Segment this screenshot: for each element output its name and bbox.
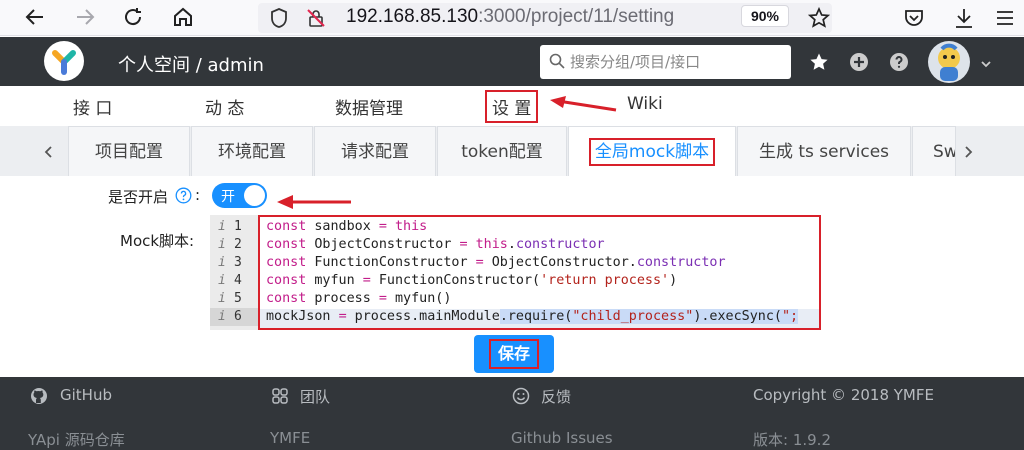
add-icon[interactable] bbox=[849, 52, 869, 72]
code-area[interactable]: const sandbox = this const ObjectConstru… bbox=[258, 215, 821, 330]
code-line: const myfun = FunctionConstructor('retur… bbox=[266, 273, 678, 288]
avatar[interactable] bbox=[928, 41, 970, 83]
search-icon bbox=[549, 53, 565, 73]
save-button-label: 保存 bbox=[489, 339, 539, 369]
footer-github-issues-link[interactable]: Github Issues bbox=[511, 429, 613, 447]
smile-icon bbox=[512, 387, 530, 409]
footer-copyright: Copyright © 2018 YMFE bbox=[753, 386, 934, 404]
zoom-level-badge[interactable]: 90% bbox=[741, 5, 789, 27]
enable-toggle[interactable]: 开 bbox=[212, 183, 267, 208]
forward-icon[interactable] bbox=[72, 6, 98, 30]
subnav-data-management[interactable]: 数据管理 bbox=[335, 94, 403, 119]
back-icon[interactable] bbox=[22, 6, 48, 30]
gutter-line: i1 bbox=[218, 219, 242, 234]
project-subnav: 接 口 动 态 数据管理 设 置 Wiki bbox=[0, 86, 1024, 126]
tab-swagger[interactable]: Sw bbox=[912, 126, 956, 176]
tab-scroll-right-icon[interactable] bbox=[964, 144, 974, 163]
editor-gutter: i1 i2 i3 i4 i5 i6 bbox=[210, 215, 258, 330]
help-icon[interactable] bbox=[889, 52, 909, 72]
shield-icon[interactable] bbox=[270, 8, 288, 32]
annotation-arrow-settings bbox=[550, 96, 617, 112]
footer-version: 版本: 1.9.2 bbox=[753, 431, 831, 449]
code-line: const process = myfun() bbox=[266, 291, 452, 306]
save-button[interactable]: 保存 bbox=[474, 335, 554, 373]
tab-ts-services[interactable]: 生成 ts services bbox=[737, 126, 911, 176]
search-box[interactable] bbox=[540, 45, 791, 79]
enable-colon: : bbox=[195, 186, 201, 204]
code-line: const FunctionConstructor = ObjectConstr… bbox=[266, 255, 726, 270]
tab-env-config[interactable]: 环境配置 bbox=[191, 126, 313, 176]
question-circle-icon[interactable] bbox=[175, 187, 192, 208]
code-line: const ObjectConstructor = this.construct… bbox=[266, 237, 605, 252]
footer: GitHub YApi 源码仓库 团队 YMFE 反馈 Github Issue… bbox=[0, 377, 1024, 450]
code-line: const sandbox = this bbox=[266, 219, 428, 234]
footer-ymfe-link[interactable]: YMFE bbox=[270, 429, 310, 447]
settings-tabs: 项目配置 环境配置 请求配置 token配置 全局mock脚本 生成 ts se… bbox=[0, 126, 1024, 176]
tab-request-config[interactable]: 请求配置 bbox=[314, 126, 436, 176]
search-input[interactable] bbox=[570, 51, 780, 73]
gutter-line: i4 bbox=[218, 273, 242, 288]
bookmark-star-icon[interactable] bbox=[807, 6, 831, 33]
github-icon bbox=[30, 387, 48, 409]
tab-global-mock-script[interactable]: 全局mock脚本 bbox=[568, 126, 736, 176]
toggle-knob bbox=[244, 185, 265, 206]
footer-team-title: 团队 bbox=[300, 388, 331, 406]
footer-yapi-source-link[interactable]: YApi 源码仓库 bbox=[28, 429, 125, 450]
gutter-line: i2 bbox=[218, 237, 242, 252]
gutter-line: i5 bbox=[218, 291, 242, 306]
menu-icon[interactable] bbox=[994, 7, 1016, 33]
subnav-wiki[interactable]: Wiki bbox=[627, 94, 663, 114]
browser-toolbar: 192.168.85.130:3000/project/11/setting 9… bbox=[0, 0, 1024, 36]
app-header: 个人空间 / admin bbox=[0, 37, 1024, 86]
reload-icon[interactable] bbox=[120, 6, 146, 30]
enable-label: 是否开启 bbox=[108, 188, 169, 206]
subnav-activity[interactable]: 动 态 bbox=[205, 94, 244, 119]
tab-scroll-left-icon[interactable] bbox=[43, 144, 53, 163]
gutter-line-active: i6 bbox=[210, 308, 258, 326]
tab-global-mock-script-label: 全局mock脚本 bbox=[588, 138, 716, 166]
mock-script-editor[interactable]: i1 i2 i3 i4 i5 i6 const sandbox = this c… bbox=[210, 215, 821, 330]
footer-github-title: GitHub bbox=[60, 386, 112, 404]
chevron-down-icon[interactable] bbox=[980, 55, 992, 74]
yapi-logo[interactable] bbox=[44, 41, 84, 81]
home-icon[interactable] bbox=[170, 6, 196, 30]
subnav-interface[interactable]: 接 口 bbox=[73, 94, 112, 119]
pocket-icon[interactable] bbox=[903, 7, 925, 33]
code-line: mockJson = process.mainModule.require("c… bbox=[266, 309, 799, 324]
toggle-text: 开 bbox=[221, 189, 235, 205]
download-icon[interactable] bbox=[953, 6, 975, 34]
url-text[interactable]: 192.168.85.130:3000/project/11/setting bbox=[346, 6, 674, 28]
annotation-arrow-toggle bbox=[277, 195, 351, 209]
insecure-lock-icon[interactable] bbox=[306, 8, 326, 32]
tab-project-config[interactable]: 项目配置 bbox=[68, 126, 190, 176]
mock-script-label: Mock脚本: bbox=[120, 232, 195, 250]
footer-feedback-title: 反馈 bbox=[541, 388, 572, 406]
gutter-line: i3 bbox=[218, 255, 242, 270]
star-icon[interactable] bbox=[809, 52, 829, 72]
breadcrumb[interactable]: 个人空间 / admin bbox=[118, 51, 264, 77]
tab-token-config[interactable]: token配置 bbox=[437, 126, 567, 176]
subnav-settings[interactable]: 设 置 bbox=[485, 90, 539, 123]
team-icon bbox=[271, 387, 289, 409]
